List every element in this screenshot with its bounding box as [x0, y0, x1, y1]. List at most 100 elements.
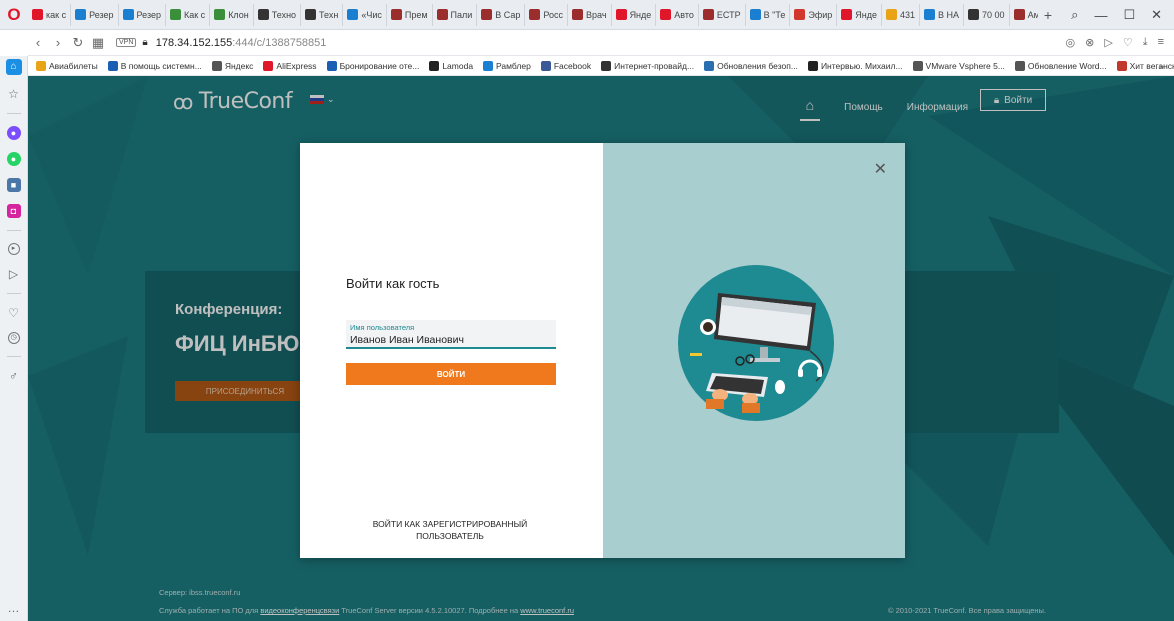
browser-tab[interactable]: ЕСТР [699, 3, 746, 26]
browser-tab[interactable]: как с [28, 3, 72, 26]
tab-icon [170, 9, 181, 20]
sidebar-divider [6, 113, 21, 114]
browser-tab[interactable]: Амер [1010, 4, 1038, 26]
browser-tab[interactable]: Клон [210, 3, 254, 26]
opera-menu-icon[interactable]: O [0, 0, 28, 30]
browser-tab[interactable]: 70 00 [964, 3, 1010, 26]
tab-icon [794, 9, 806, 20]
registered-user-login-link[interactable]: ВОЙТИ КАК ЗАРЕГИСТРИРОВАННЫЙ ПОЛЬЗОВАТЕЛ… [360, 518, 540, 542]
workspace-illustration [678, 265, 834, 421]
history-icon[interactable]: ◷ [7, 332, 20, 344]
browser-tab[interactable]: Резер [119, 3, 166, 26]
flow-icon[interactable]: ▷ [1104, 36, 1112, 49]
bookmark-favicon-icon [540, 60, 551, 71]
bookmarks-more-icon[interactable]: » [1159, 61, 1164, 71]
bookmark-favicon-icon [36, 60, 46, 71]
vk-icon[interactable]: ■ [6, 178, 21, 192]
bookmark-item[interactable]: Хит веганской кух... [1116, 60, 1174, 71]
browser-tab[interactable]: Как с [166, 3, 211, 26]
tab-icon [436, 9, 448, 20]
speed-dial-icon[interactable]: ▦ [88, 35, 108, 51]
browser-tab[interactable]: В "Те [746, 3, 791, 26]
vpn-badge[interactable]: VPN [116, 38, 137, 47]
bookmark-favicon-icon [704, 60, 715, 71]
star-icon[interactable]: ☆ [7, 87, 21, 101]
bookmark-item[interactable]: Обновление Word... [1014, 60, 1107, 71]
browser-tab[interactable]: Янде [837, 3, 882, 26]
tab-label: «Чис [361, 9, 382, 20]
search-tabs-icon[interactable]: ⌕ [1071, 7, 1078, 23]
browser-tab[interactable]: Техн [301, 3, 344, 26]
browser-tab[interactable]: «Чис [343, 3, 387, 26]
pinboard-icon[interactable]: ♡ [7, 306, 21, 320]
camera-icon[interactable]: ◎ [1066, 36, 1076, 49]
minimize-button[interactable]: — [1094, 8, 1107, 23]
close-window-button[interactable]: ✕ [1151, 7, 1162, 23]
forward-button[interactable]: › [48, 35, 68, 50]
back-button[interactable]: ‹ [28, 35, 48, 50]
url-path[interactable]: :444/c/1388758851 [232, 37, 326, 49]
player-icon[interactable]: ▸ [7, 243, 20, 255]
ad-block-icon[interactable]: ⊗ [1085, 36, 1094, 49]
home-icon[interactable]: ⌂ [5, 59, 22, 75]
browser-tab[interactable]: Эфир [790, 3, 838, 26]
bookmark-item[interactable]: Интернет-провайд... [601, 60, 694, 71]
bookmark-item[interactable]: Lamoda [429, 60, 474, 71]
tab-label: Янде [629, 9, 652, 20]
submit-login-button[interactable]: ВОЙТИ [346, 363, 556, 385]
browser-tab[interactable]: Росс [525, 3, 569, 26]
browser-tab[interactable]: Янде [612, 3, 657, 26]
bookmark-item[interactable]: Авиабилеты [36, 60, 98, 71]
browser-tab[interactable]: Техно [254, 3, 302, 26]
easy-setup-icon[interactable]: ≡ [1158, 36, 1164, 49]
username-input[interactable] [350, 333, 550, 346]
dialog-form-panel: Войти как гость Имя пользователя ВОЙТИ В… [300, 143, 603, 558]
whatsapp-icon[interactable]: ● [6, 152, 21, 166]
browser-tab[interactable]: Врач [568, 3, 612, 26]
bookmark-favicon-icon [326, 60, 337, 71]
tab-label: 70 00 [982, 9, 1005, 20]
tab-icon [749, 9, 761, 20]
tab-label: В "Те [763, 9, 786, 20]
instagram-icon[interactable]: ◘ [6, 204, 21, 218]
bookmark-item[interactable]: Интервью. Михаил... [807, 60, 903, 71]
browser-tab[interactable]: Авто [656, 3, 699, 26]
messenger-icon[interactable]: ● [6, 126, 21, 140]
browser-tab[interactable]: Резер [71, 3, 119, 26]
yandex-icon [32, 9, 43, 20]
web-page: ꝏ TrueConf ⌄ ⌂ Помощь Информация 🔒︎ Войт… [28, 76, 1174, 621]
bookmark-item[interactable]: Бронирование оте... [326, 60, 419, 71]
browser-tab[interactable]: Прем [387, 3, 433, 26]
bookmark-item[interactable]: В помощь системн... [107, 60, 202, 71]
bookmark-item[interactable]: Facebook [540, 60, 592, 71]
heart-icon[interactable]: ♡ [1123, 36, 1133, 49]
flow-sidebar-icon[interactable]: ▷ [7, 267, 21, 281]
maximize-button[interactable]: ☐ [1123, 7, 1135, 23]
news-icon[interactable]: ♂ [7, 369, 21, 383]
bookmark-label: Facebook [553, 60, 592, 71]
bookmark-favicon-icon [483, 60, 494, 71]
browser-tab[interactable]: В НА [920, 3, 965, 26]
close-icon[interactable]: ✕ [874, 159, 887, 179]
browser-tab[interactable]: Пали [433, 3, 478, 26]
bookmark-item[interactable]: VMware Vsphere 5... [912, 60, 1005, 71]
new-tab-button[interactable]: + [1038, 7, 1058, 23]
tab-label: Янде [855, 9, 877, 20]
browser-tab[interactable]: В Сар [477, 3, 526, 26]
lock-icon[interactable]: 🔒︎ [142, 37, 147, 48]
browser-tab[interactable]: 431 [882, 3, 921, 26]
reload-button[interactable]: ↻ [68, 35, 88, 51]
bookmark-label: Lamoda [442, 60, 474, 71]
sidebar-more-icon[interactable]: … [8, 601, 20, 615]
tab-label: Техно [271, 9, 297, 20]
tab-icon [702, 9, 714, 20]
bookmark-item[interactable]: AliExpress [263, 60, 317, 71]
download-icon[interactable]: ⤓ [1143, 36, 1148, 49]
url-host[interactable]: 178.34.152.155 [156, 37, 232, 49]
bookmark-item[interactable]: Рамблер [483, 60, 531, 71]
bookmark-item[interactable]: Яндекс [211, 60, 253, 71]
tab-list: как с Резер Резер Как с Клон Техно Техн «Чис Пре… [28, 0, 1038, 30]
yandex-icon [615, 9, 627, 20]
bookmark-item[interactable]: Обновления безоп... [704, 60, 798, 71]
username-field[interactable]: Имя пользователя [346, 320, 556, 349]
